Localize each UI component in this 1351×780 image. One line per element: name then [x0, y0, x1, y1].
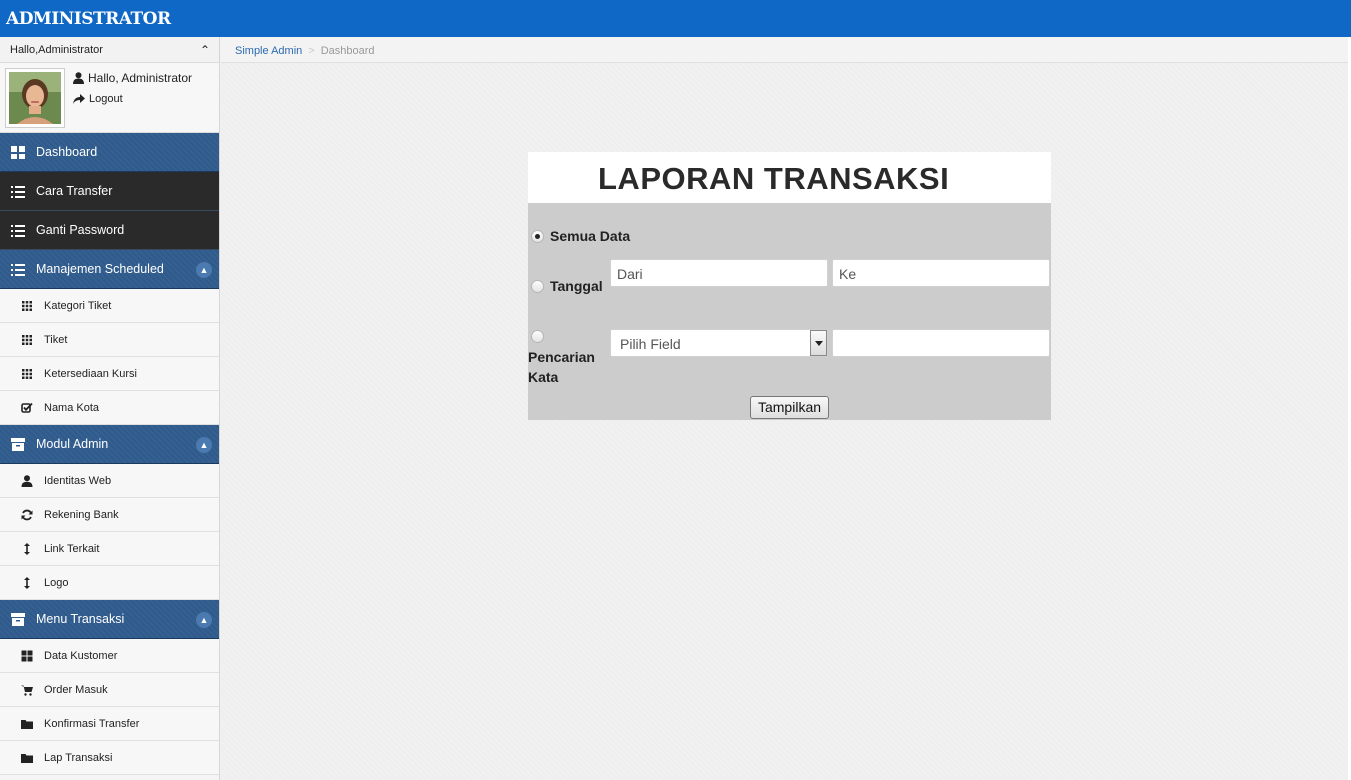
collapse-icon[interactable]: ▲	[196, 262, 212, 278]
sidebar-item-label: Order Masuk	[44, 683, 108, 696]
sidebar-section-manajemen-scheduled[interactable]: Manajemen Scheduled ▲	[0, 250, 219, 289]
sidebar-item-lap-transaksi[interactable]: Lap Transaksi	[0, 741, 219, 775]
sidebar-item-label: Kategori Tiket	[44, 299, 112, 312]
sidebar-item-label: Ketersediaan Kursi	[44, 367, 137, 380]
logout-link[interactable]: Logout	[73, 93, 123, 105]
sidebar-item-ketersediaan-kursi[interactable]: Ketersediaan Kursi	[0, 357, 219, 391]
sidebar-item-dashboard[interactable]: Dashboard	[0, 133, 219, 172]
grid-icon	[22, 369, 32, 379]
sidebar-item-label: Rekening Bank	[44, 508, 119, 521]
sidebar-item-label: Data Kustomer	[44, 649, 118, 662]
sidebar-item-label: Nama Kota	[44, 401, 100, 414]
label-pencarian: Pencarian	[528, 349, 595, 365]
sidebar-item-rekening-bank[interactable]: Rekening Bank	[0, 498, 219, 532]
sidebar-greeting-bar[interactable]: Hallo,Administrator ⌃	[0, 37, 219, 63]
list-icon	[11, 264, 25, 276]
list-icon	[11, 225, 25, 237]
dashboard-icon	[11, 146, 25, 159]
sidebar-item-cara-transfer[interactable]: Cara Transfer	[0, 172, 219, 211]
resize-vertical-icon	[24, 543, 30, 555]
sidebar-section-label: Manajemen Scheduled	[36, 262, 164, 276]
chevron-up-icon[interactable]: ⌃	[200, 43, 210, 57]
list-icon	[11, 186, 25, 198]
sidebar-item-label: Logo	[44, 576, 69, 589]
logout-label: Logout	[89, 93, 123, 105]
archive-icon	[11, 613, 25, 626]
date-from-input[interactable]: Dari	[610, 259, 828, 287]
collapse-icon[interactable]: ▲	[196, 612, 212, 628]
profile-panel: Hallo, Administrator Logout	[0, 63, 219, 133]
chevron-down-icon[interactable]	[810, 330, 827, 356]
sidebar-item-logo[interactable]: Logo	[0, 566, 219, 600]
radio-selected-dot	[535, 234, 540, 239]
report-form-panel: LAPORAN TRANSAKSI Semua Data Tanggal Dar…	[528, 152, 1051, 420]
sidebar-item-link-terkait[interactable]: Link Terkait	[0, 532, 219, 566]
sidebar-item-label: Cara Transfer	[36, 184, 113, 198]
breadcrumb-current: Dashboard	[320, 45, 375, 57]
sidebar-section-label: Menu Transaksi	[36, 612, 125, 626]
brand-title[interactable]: ADMINISTRATOR	[6, 9, 171, 29]
dashboard-icon	[21, 650, 33, 662]
profile-name: Hallo, Administrator	[73, 71, 192, 85]
share-icon	[73, 94, 85, 104]
sidebar-item-ganti-password[interactable]: Ganti Password	[0, 211, 219, 250]
sidebar-item-kategori-tiket[interactable]: Kategori Tiket	[0, 289, 219, 323]
page-title: LAPORAN TRANSAKSI	[598, 161, 950, 196]
radio-tanggal[interactable]	[531, 280, 544, 293]
grid-icon	[22, 335, 32, 345]
label-tanggal: Tanggal	[550, 278, 603, 294]
avatar-photo	[9, 72, 61, 124]
sidebar-item-label: Link Terkait	[44, 542, 100, 555]
sidebar-item-tiket[interactable]: Tiket	[0, 323, 219, 357]
sidebar-item-label: Identitas Web	[44, 474, 112, 487]
user-icon	[73, 72, 84, 84]
sidebar-item-konfirmasi-transfer[interactable]: Konfirmasi Transfer	[0, 707, 219, 741]
search-keyword-input[interactable]	[832, 329, 1050, 357]
folder-icon	[21, 720, 33, 729]
sidebar-item-label: Lap Transaksi	[44, 751, 113, 764]
cart-icon	[21, 685, 33, 696]
date-to-input[interactable]: Ke	[832, 259, 1050, 287]
sidebar-item-label: Ganti Password	[36, 223, 125, 237]
sidebar-section-modul-admin[interactable]: Modul Admin ▲	[0, 425, 219, 464]
sidebar-item-label: Konfirmasi Transfer	[44, 717, 140, 730]
sidebar-item-order-masuk[interactable]: Order Masuk	[0, 673, 219, 707]
field-select-value: Pilih Field	[620, 336, 681, 352]
sidebar-item-nama-kota[interactable]: Nama Kota	[0, 391, 219, 425]
report-title-bar: LAPORAN TRANSAKSI	[528, 152, 1051, 203]
radio-pencarian-kata[interactable]	[531, 330, 544, 343]
sidebar-item-label: Dashboard	[36, 145, 98, 159]
sidebar-item-identitas-web[interactable]: Identitas Web	[0, 464, 219, 498]
tampilkan-button[interactable]: Tampilkan	[750, 396, 829, 419]
field-select[interactable]: Pilih Field	[610, 329, 828, 357]
sidebar: Hallo,Administrator ⌃ Hallo, Administrat…	[0, 37, 220, 780]
sidebar-item-label: Tiket	[44, 333, 68, 346]
sidebar-item-data-kustomer[interactable]: Data Kustomer	[0, 639, 219, 673]
sidebar-section-label: Modul Admin	[36, 437, 109, 451]
breadcrumb-separator: >	[308, 45, 315, 57]
check-icon	[21, 402, 33, 413]
radio-semua-data[interactable]	[531, 230, 544, 243]
greeting-text: Hallo,Administrator	[10, 44, 103, 56]
profile-name-text: Hallo, Administrator	[88, 71, 193, 85]
resize-vertical-icon	[24, 577, 30, 589]
top-navbar: ADMINISTRATOR	[0, 0, 1351, 37]
breadcrumb: Simple Admin > Dashboard	[221, 37, 1348, 63]
archive-icon	[11, 438, 25, 451]
grid-icon	[22, 301, 32, 311]
label-semua-data: Semua Data	[550, 228, 631, 244]
breadcrumb-home-link[interactable]: Simple Admin	[235, 45, 302, 57]
sidebar-section-menu-transaksi[interactable]: Menu Transaksi ▲	[0, 600, 219, 639]
label-kata: Kata	[528, 369, 559, 385]
refresh-icon	[21, 509, 33, 521]
user-icon	[21, 475, 33, 487]
collapse-icon[interactable]: ▲	[196, 437, 212, 453]
folder-icon	[21, 754, 33, 763]
avatar	[5, 68, 65, 128]
